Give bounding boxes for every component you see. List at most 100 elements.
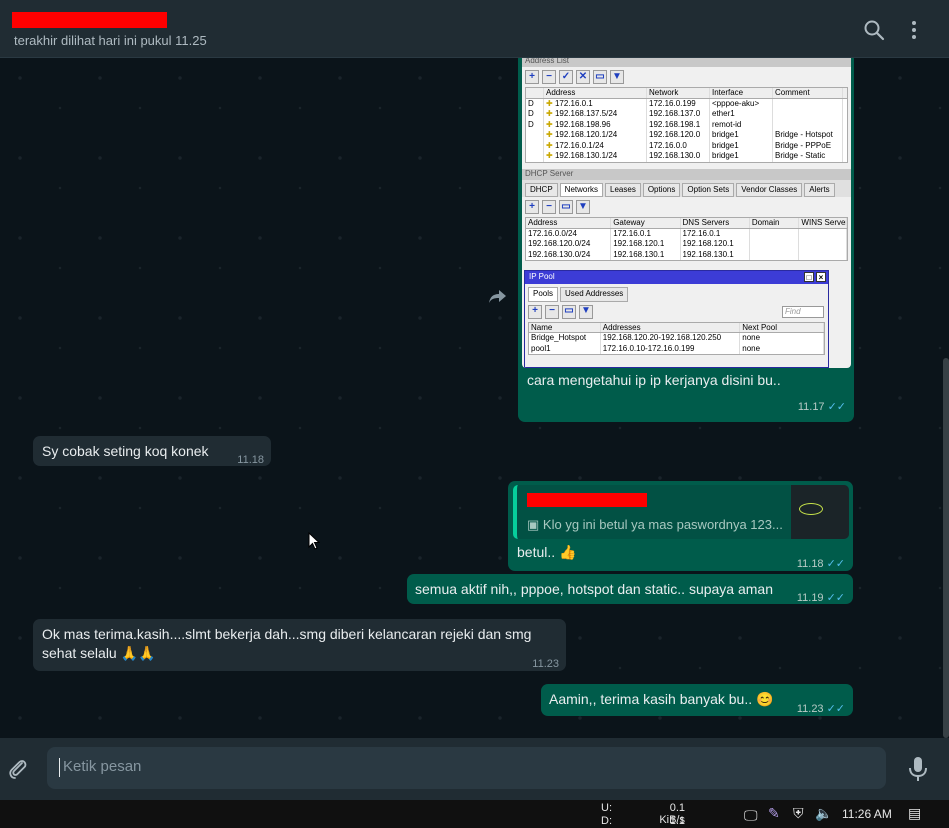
table-cell: Bridge_Hotspot [529,333,601,344]
message-bubble-outgoing[interactable]: semua aktif nih,, pppoe, hotspot dan sta… [407,574,853,604]
shared-screenshot-image[interactable]: Address List + − ✓ ✕ ▭ ▼ Address Network Inte… [522,58,851,368]
forward-icon[interactable] [488,286,508,306]
quoted-message[interactable]: ▣ Klo yg ini betul ya mas paswordnya 123… [513,485,849,539]
notifications-icon[interactable]: ▤ [908,805,921,822]
table-row: 192.168.120.0/24 192.168.120.1 192.168.120… [526,239,847,250]
ip-pool-table: Name Addresses Next Pool Bridge_Hotspot 1… [528,321,825,355]
table-cell: bridge1 [710,130,773,141]
message-input-placeholder: Ketik pesan [63,758,142,775]
table-row: Bridge_Hotspot 192.168.120.20-192.168.120… [529,333,824,344]
message-list[interactable]: Address List + − ✓ ✕ ▭ ▼ Address Network Inte… [0,58,949,738]
cell-text: 192.168.130.1/24 [554,151,618,160]
message-bubble-incoming[interactable]: Ok mas terima.kasih....slmt bekerja dah.… [33,619,566,671]
table-cell: Bridge - PPPoE [773,140,843,151]
camera-icon: ▣ [527,517,540,532]
upload-label: U: [601,802,612,814]
window-tab: Options [642,182,681,197]
table-row: D ✚ 192.168.198.96 192.168.198.1 remot-id [526,119,847,130]
composer-bar: Ketik pesan [0,738,949,800]
table-cell [773,119,843,130]
microphone-icon[interactable] [906,755,930,783]
message-text: betul.. 👍 [517,544,577,560]
system-clock[interactable]: 11:26 AM [842,807,892,821]
table-cell: remot-id [710,119,773,130]
dhcp-networks-table: Address Gateway DNS Servers Domain WINS … [525,217,848,261]
feather-app-icon[interactable]: ✎ [768,805,780,822]
table-cell: ✚ 172.16.0.1/24 [544,140,647,151]
message-input[interactable]: Ketik pesan [47,747,886,789]
message-text: Ok mas terima.kasih....slmt bekerja dah.… [42,626,532,661]
message-bubble-outgoing-image[interactable]: Address List + − ✓ ✕ ▭ ▼ Address Network Inte… [518,58,854,422]
chat-header[interactable]: terakhir dilihat hari ini pukul 11.25 [0,0,949,58]
column-header: Comment [773,88,843,98]
table-cell: ✚ 192.168.198.96 [544,119,647,130]
message-bubble-outgoing[interactable]: Aamin,, terima kasih banyak bu.. 😊 11.23… [541,684,853,716]
thumbnail-ring-icon [799,503,823,515]
table-cell: ✚ 192.168.137.5/24 [544,109,647,120]
address-icon: ✚ [546,119,555,129]
ip-pool-window: IP Pool □ × Pools Used Addresses + − ▭ ▼ Fin… [524,270,829,368]
message-time: 11.19 ✓✓ [796,592,845,604]
search-icon[interactable] [862,18,886,42]
column-header: Domain [750,218,800,228]
table-cell: 192.168.130.1 [681,249,750,260]
message-text: Aamin,, terima kasih banyak bu.. 😊 [549,691,774,707]
table-cell: 172.16.0.10-172.16.0.199 [601,343,741,354]
table-cell: ✚ 172.16.0.1 [544,98,647,109]
quoted-author-redacted [527,493,647,507]
ip-pool-titlebar: IP Pool □ × [525,271,828,284]
cell-text: 172.16.0.1/24 [554,140,604,150]
address-list-title: Address List [522,58,851,67]
table-cell: 192.168.120.0/24 [526,239,612,250]
message-time: 11.23 ✓✓ [796,703,845,715]
quoted-text: Klo yg ini betul ya mas paswordnya 123..… [542,517,783,532]
table-cell: 192.168.130.0/24 [526,249,612,260]
chat-scrollbar[interactable] [943,358,949,738]
table-cell: none [740,333,824,344]
read-ticks-icon: ✓✓ [826,592,845,604]
column-header: DNS Servers [681,218,750,228]
last-seen-status: terakhir dilihat hari ini pukul 11.25 [14,33,207,48]
add-icon: + [525,70,539,84]
remove-icon: − [545,304,559,319]
message-bubble-incoming[interactable]: Sy cobak seting koq konek 11.18 [33,436,271,466]
cross-icon: ✕ [576,70,590,84]
window-tab: Pools [528,287,559,302]
network-icon[interactable]: 🖵 [744,807,758,824]
download-label: D: [601,815,612,827]
address-list-table: Address Network Interface Comment D ✚ 172… [525,87,848,163]
table-cell: 172.16.0.1 [611,228,681,239]
table-cell [773,98,843,109]
whatsapp-window: terakhir dilihat hari ini pukul 11.25 Ad… [0,0,949,828]
more-vertical-icon[interactable] [902,18,926,42]
message-text: Sy cobak seting koq konek [42,443,209,459]
table-cell: 192.168.137.0 [647,109,710,120]
column-header: Name [529,322,601,332]
column-header: WINS Servers [801,218,847,228]
address-icon: ✚ [546,109,555,118]
table-row: ✚ 192.168.130.1/24 192.168.130.0 bridge1 Br… [526,151,847,162]
table-cell [526,130,544,141]
table-cell: 172.16.0.199 [647,98,710,109]
address-icon: ✚ [546,151,555,160]
table-cell: 192.168.120.1 [611,239,681,250]
copy-icon: ▭ [559,200,573,214]
table-row: 172.16.0.0/24 172.16.0.1 172.16.0.1 [526,228,847,239]
attach-icon[interactable] [6,757,30,781]
security-shield-icon[interactable]: ⛨ [793,805,804,822]
message-bubble-outgoing-reply[interactable]: ▣ Klo yg ini betul ya mas paswordnya 123… [508,481,853,571]
volume-icon[interactable]: 🔈 [815,805,832,822]
table-cell [526,151,544,162]
window-tab: Vendor Classes [736,182,803,197]
window-tab: Used Addresses [560,287,629,302]
message-time: 11.17 ✓✓ [797,401,846,413]
window-tab: Leases [605,182,641,197]
remove-icon: − [542,200,556,214]
table-row: ✚ 192.168.120.1/24 192.168.120.0 bridge1 Br… [526,130,847,141]
add-icon: + [525,200,539,214]
cell-text: 192.168.198.96 [554,119,611,129]
table-cell [799,228,847,239]
table-cell [750,228,800,239]
table-cell: none [740,343,824,354]
address-table-header: Address Network Interface Comment [526,88,847,99]
